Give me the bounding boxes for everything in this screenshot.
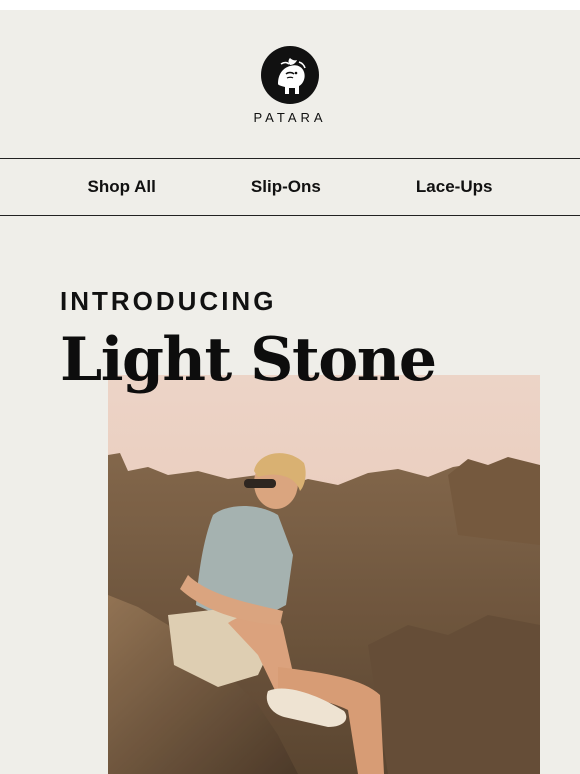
elephant-emblem-icon (261, 46, 319, 104)
top-strip (0, 0, 580, 10)
man-sitting-on-rocks-photo[interactable] (108, 375, 540, 774)
nav-link-slip-ons[interactable]: Slip-Ons (251, 177, 321, 197)
main-nav: Shop All Slip-Ons Lace-Ups (0, 158, 580, 216)
header-logo[interactable]: PATARA (0, 44, 580, 125)
hero-eyebrow: INTRODUCING (60, 286, 277, 316)
hero-title: Light Stone (60, 325, 437, 395)
brand-wordmark: PATARA (253, 110, 327, 125)
nav-link-shop-all[interactable]: Shop All (88, 177, 156, 197)
nav-link-lace-ups[interactable]: Lace-Ups (416, 177, 493, 197)
